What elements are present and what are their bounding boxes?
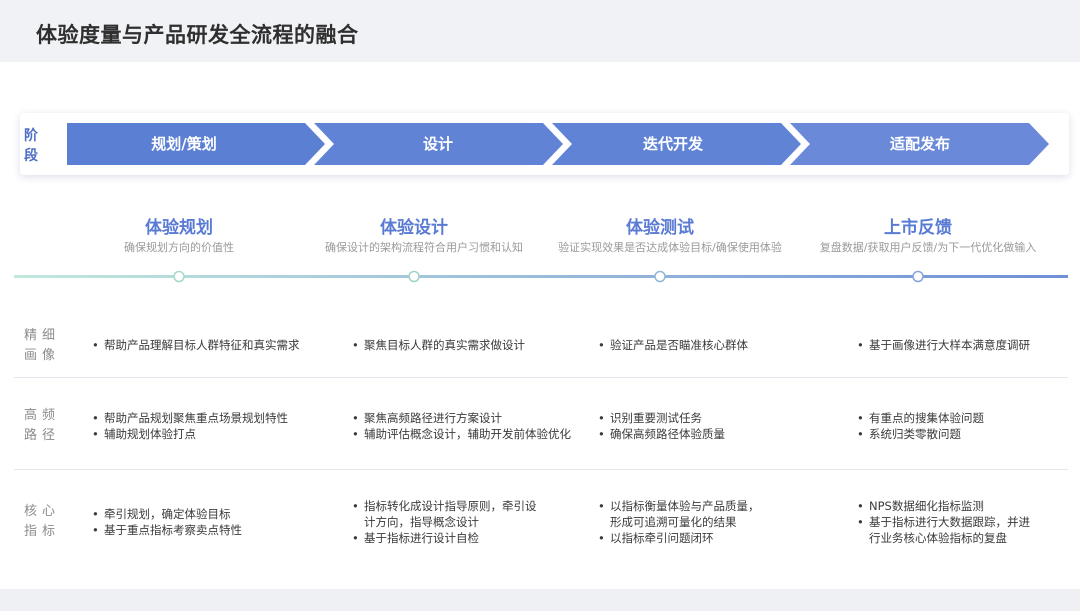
cell-path-feedback: 有重点的搜集体验问题 系统归类零散问题 — [857, 410, 1080, 442]
cell-metric-design: 指标转化成设计指导原则，牵引设计方向，指导概念设计 基于指标进行设计自检 — [352, 498, 542, 546]
cell-persona-design: 聚焦目标人群的真实需求做设计 — [352, 337, 582, 353]
cell-persona-testing: 验证产品是否瞄准核心群体 — [598, 337, 828, 353]
cell-path-planning: 帮助产品规划聚焦重点场景规划特性 辅助规划体验打点 — [92, 410, 322, 442]
cell-bullet: 牵引规划，确定体验目标 — [92, 506, 322, 522]
cell-bullet: 有重点的搜集体验问题 — [857, 410, 1080, 426]
row-label-path: 高频路径 — [24, 408, 61, 443]
cell-bullet: 帮助产品规划聚焦重点场景规划特性 — [92, 410, 322, 426]
timeline-node-testing — [654, 270, 666, 283]
cell-bullet: NPS数据细化指标监测 — [857, 498, 1032, 514]
row-divider — [14, 377, 1068, 378]
cell-bullet: 基于画像进行大样本满意度调研 — [857, 337, 1080, 353]
cell-persona-planning: 帮助产品理解目标人群特征和真实需求 — [92, 337, 322, 353]
cell-bullet: 系统归类零散问题 — [857, 426, 1080, 442]
cell-path-testing: 识别重要测试任务 确保高频路径体验质量 — [598, 410, 828, 442]
cell-bullet: 以指标牵引问题闭环 — [598, 530, 763, 546]
cell-bullet: 基于指标进行大数据跟踪，并进行业务核心体验指标的复盘 — [857, 514, 1032, 546]
cell-bullet: 基于重点指标考察卖点特性 — [92, 522, 322, 538]
cell-persona-feedback: 基于画像进行大样本满意度调研 — [857, 337, 1080, 353]
cell-bullet: 辅助规划体验打点 — [92, 426, 322, 442]
cell-bullet: 聚焦高频路径进行方案设计 — [352, 410, 582, 426]
cell-metric-testing: 以指标衡量体验与产品质量，形成可追溯可量化的结果 以指标牵引问题闭环 — [598, 498, 763, 546]
row-label-persona: 精细画像 — [24, 328, 61, 363]
cell-bullet: 识别重要测试任务 — [598, 410, 828, 426]
timeline-node-design — [408, 270, 420, 283]
timeline-line — [14, 275, 1068, 278]
cell-metric-planning: 牵引规划，确定体验目标 基于重点指标考察卖点特性 — [92, 506, 322, 538]
cell-metric-feedback: NPS数据细化指标监测 基于指标进行大数据跟踪，并进行业务核心体验指标的复盘 — [857, 498, 1032, 546]
cell-bullet: 辅助评估概念设计，辅助开发前体验优化 — [352, 426, 582, 442]
cell-path-design: 聚焦高频路径进行方案设计 辅助评估概念设计，辅助开发前体验优化 — [352, 410, 582, 442]
timeline-node-planning — [173, 270, 185, 283]
timeline-node-feedback — [912, 270, 924, 283]
row-label-metric: 核心指标 — [24, 504, 61, 539]
row-divider — [14, 469, 1068, 470]
cell-bullet: 确保高频路径体验质量 — [598, 426, 828, 442]
cell-bullet: 指标转化成设计指导原则，牵引设计方向，指导概念设计 — [352, 498, 542, 530]
cell-bullet: 以指标衡量体验与产品质量，形成可追溯可量化的结果 — [598, 498, 763, 530]
cell-bullet: 聚焦目标人群的真实需求做设计 — [352, 337, 582, 353]
cell-bullet: 基于指标进行设计自检 — [352, 530, 542, 546]
cell-bullet: 帮助产品理解目标人群特征和真实需求 — [92, 337, 322, 353]
cell-bullet: 验证产品是否瞄准核心群体 — [598, 337, 828, 353]
